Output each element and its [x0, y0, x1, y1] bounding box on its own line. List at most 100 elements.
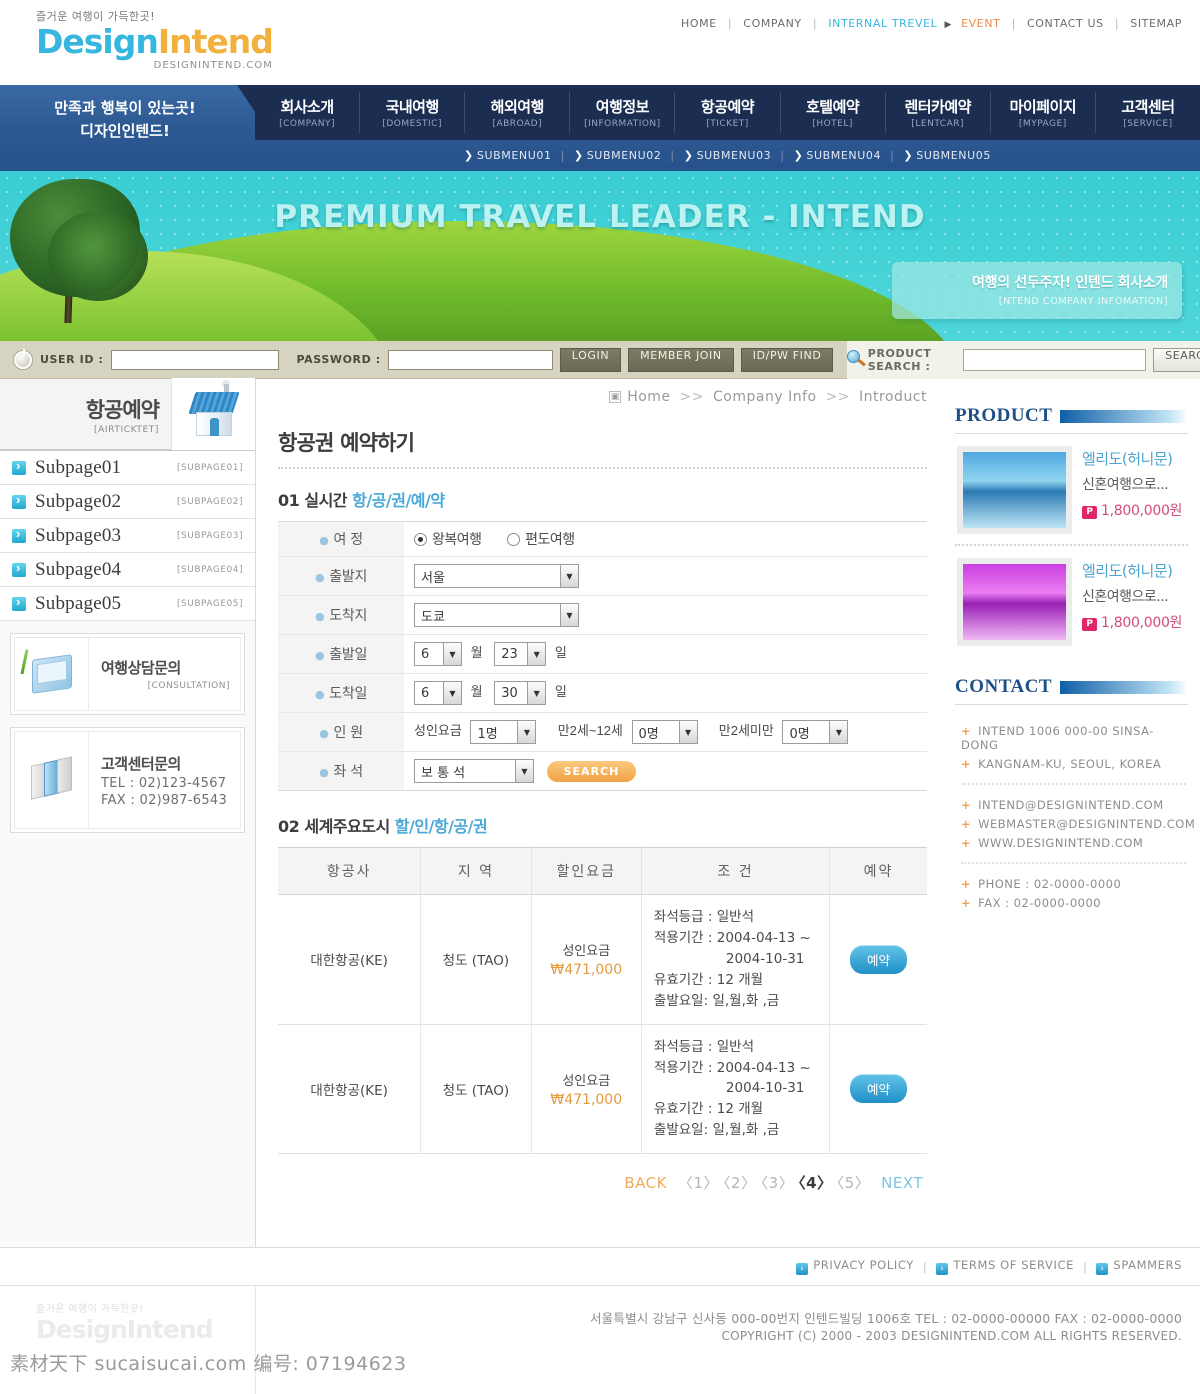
- infant-count-select[interactable]: 0명 ▼: [782, 720, 849, 744]
- main-menu-label-ko: 국내여행: [385, 98, 440, 116]
- service-center-fax: FAX : 02)987-6543: [101, 792, 228, 808]
- main-menu-item-8[interactable]: 마이페이지 [MYPAGE]: [991, 92, 1096, 133]
- child-count-select[interactable]: 0명 ▼: [631, 720, 698, 744]
- topnav-item-company[interactable]: COMPANY: [743, 17, 801, 30]
- main-menu-item-3[interactable]: 해외여행 [ABROAD]: [465, 92, 571, 133]
- chevron-right-icon: ❯: [464, 149, 474, 162]
- flight-search-button[interactable]: SEARCH: [546, 760, 637, 782]
- sidebar-item-subpage1[interactable]: Subpage01 [SUBPAGE01]: [0, 451, 255, 485]
- adult-count-select[interactable]: 1명 ▼: [470, 720, 537, 744]
- breadcrumb-home-icon: ▣: [609, 391, 622, 403]
- sidebar-item-subpage5[interactable]: Subpage05 [SUBPAGE05]: [0, 587, 255, 621]
- contact-divider: [961, 783, 1186, 785]
- consultation-box[interactable]: 여행상담문의 [CONSULTATION]: [10, 633, 245, 715]
- contact-info-list: + INTEND 1006 000-00 SINSA-DONG + KANGNAM-K…: [955, 705, 1195, 920]
- departure-month-value: 6: [421, 646, 430, 662]
- submenu-item-3[interactable]: ❯ SUBMENU03: [684, 149, 772, 162]
- topnav-item-contact-us[interactable]: CONTACT US: [1027, 17, 1104, 30]
- pagination-page-4[interactable]: 〈4〉: [798, 1174, 832, 1192]
- pagination-back[interactable]: BACK: [624, 1174, 667, 1192]
- arrival-month-select[interactable]: 6 ▼: [414, 681, 462, 705]
- topnav-item-event[interactable]: EVENT: [961, 17, 1000, 30]
- main-menu-item-5[interactable]: 항공예약 [TICKET]: [675, 92, 781, 133]
- plus-icon: +: [961, 835, 972, 850]
- pagination-page-5[interactable]: 〈5〉: [837, 1174, 871, 1192]
- departure-select[interactable]: 서울 ▼: [414, 564, 579, 588]
- pagination-page-2[interactable]: 〈2〉: [723, 1174, 757, 1192]
- arrival-select[interactable]: 도쿄 ▼: [414, 603, 579, 627]
- contact-heading: CONTACT: [955, 676, 1053, 697]
- main-menu-item-1[interactable]: 회사소개 [COMPANY]: [255, 92, 361, 133]
- chevron-down-icon: ▼: [560, 604, 578, 626]
- main-menu-item-7[interactable]: 렌터카예약 [LENTCAR]: [886, 92, 991, 133]
- book-button[interactable]: 예약: [850, 1074, 908, 1104]
- table-header-row: 항공사 지 역 할인요금 조 건 예약: [278, 847, 927, 895]
- contact-line-text: INTEND@DESIGNINTEND.COM: [978, 797, 1164, 812]
- contact-line-text: PHONE : 02-0000-0000: [978, 876, 1122, 891]
- breadcrumb-item-company-info[interactable]: Company Info: [713, 389, 817, 405]
- footer-link-privacy-policy[interactable]: › PRIVACY POLICY: [796, 1258, 914, 1275]
- main-menu-label-en: [TICKET]: [706, 119, 749, 129]
- slogan-line-2: 디자인인텐드!: [80, 121, 170, 140]
- arrival-day-select[interactable]: 30 ▼: [494, 681, 547, 705]
- banner-title: PREMIUM TRAVEL LEADER - INTEND: [274, 199, 926, 235]
- sidebar-item-subpage3[interactable]: Subpage03 [SUBPAGE03]: [0, 519, 255, 553]
- radio-oneway[interactable]: 편도여행: [507, 532, 575, 548]
- product-name: 엘리도(허니문): [1082, 450, 1173, 468]
- submenu-divider: |: [780, 149, 785, 162]
- chevron-down-icon: ▼: [527, 682, 546, 704]
- submenu-item-5[interactable]: ❯ SUBMENU05: [903, 149, 991, 162]
- main-menu-item-6[interactable]: 호텔예약 [HOTEL]: [781, 92, 886, 133]
- title-divider: [278, 467, 927, 469]
- userid-input[interactable]: [110, 349, 279, 370]
- section-1-title: 01 실시간 항/공/권/예/약: [278, 487, 927, 511]
- departure-day-select[interactable]: 23 ▼: [494, 642, 547, 666]
- product-item[interactable]: 엘리도(허니문) 신혼여행으로... P 1,800,000원: [955, 546, 1188, 656]
- banner-callout[interactable]: 여행의 선두주자! 인텐드 회사소개 [NTEND COMPANY INFOMA…: [892, 262, 1182, 319]
- sidebar-item-subpage2[interactable]: Subpage02 [SUBPAGE02]: [0, 485, 255, 519]
- departure-month-select[interactable]: 6 ▼: [414, 642, 462, 666]
- submenu-item-1[interactable]: ❯ SUBMENU01: [464, 149, 552, 162]
- submenu-item-4[interactable]: ❯ SUBMENU04: [794, 149, 882, 162]
- section-2-highlight: 할/인/항/공/권: [394, 817, 488, 836]
- footer-link-spammers[interactable]: › SPAMMERS: [1096, 1258, 1182, 1275]
- product-item[interactable]: 엘리도(허니문) 신혼여행으로... P 1,800,000원: [955, 434, 1188, 544]
- radio-roundtrip[interactable]: 왕복여행: [414, 532, 482, 548]
- main-menu-item-4[interactable]: 여행정보 [INFORMATION]: [570, 92, 676, 133]
- product-search-button[interactable]: SEARCH: [1153, 347, 1200, 372]
- footer-link-terms-of-service[interactable]: › TERMS OF SERVICE: [936, 1258, 1074, 1275]
- submenu-item-2[interactable]: ❯ SUBMENU02: [574, 149, 662, 162]
- pagination-page-3[interactable]: 〈3〉: [761, 1174, 795, 1192]
- service-center-box[interactable]: 고객센터문의 TEL : 02)123-4567 FAX : 02)987-65…: [10, 727, 245, 833]
- sub-menu-bar: ❯ SUBMENU01 | ❯ SUBMENU02 | ❯ SUBMENU03 | ❯ SUBMEN…: [255, 140, 1200, 171]
- condition-seat-class: 좌석등급 : 일반석: [653, 1038, 754, 1055]
- seat-class-select[interactable]: 보 통 석 ▼: [414, 759, 534, 783]
- footer-copyright: COPYRIGHT (C) 2000 - 2003 DESIGNINTEND.C…: [721, 1329, 1182, 1344]
- contact-group-2: + INTEND@DESIGNINTEND.COM + WEBMASTER@DESIG…: [961, 791, 1195, 856]
- topnav-item-internal-trevel[interactable]: INTERNAL TREVEL: [828, 17, 937, 30]
- id-pw-find-button[interactable]: ID/PW FIND: [740, 347, 834, 372]
- login-button[interactable]: LOGIN: [559, 347, 622, 372]
- product-search-input[interactable]: [963, 348, 1147, 371]
- book-button[interactable]: 예약: [850, 944, 908, 974]
- topnav-item-home[interactable]: HOME: [681, 17, 717, 30]
- site-logo[interactable]: 즐거운 여행이 가득한곳! DesignIntend DESIGNINTEND.…: [36, 8, 274, 71]
- sidebar-item-code: [SUBPAGE04]: [177, 564, 243, 575]
- main-menu-item-2[interactable]: 국내여행 [DOMESTIC]: [360, 92, 466, 133]
- arrow-right-icon: [12, 560, 26, 577]
- chevron-down-icon: ▼: [515, 760, 533, 782]
- contact-line: + KANGNAM-KU, SEOUL, KOREA: [961, 754, 1186, 773]
- pagination-next[interactable]: NEXT: [881, 1174, 923, 1192]
- seat-class-label: ● 좌 석: [278, 751, 404, 791]
- table-column-header-1: 항공사: [278, 847, 422, 895]
- sidebar-item-subpage4[interactable]: Subpage04 [SUBPAGE04]: [0, 553, 255, 587]
- pagination-page-1[interactable]: 〈1〉: [678, 1174, 719, 1192]
- form-row-passengers: ● 인 원 성인요금 1명 ▼ 만2세~12세 0명 ▼ 만2세미만 0명 ▼: [278, 712, 927, 752]
- main-menu-item-9[interactable]: 고객센터 [SERVICE]: [1096, 92, 1200, 133]
- breadcrumb-item-home[interactable]: Home: [627, 389, 670, 405]
- topnav-item-sitemap[interactable]: SITEMAP: [1130, 17, 1182, 30]
- member-join-button[interactable]: MEMBER JOIN: [628, 347, 734, 372]
- seat-class-value: 보 통 석: [421, 765, 466, 781]
- password-input[interactable]: [387, 349, 553, 370]
- passengers-label: ● 인 원: [278, 712, 404, 752]
